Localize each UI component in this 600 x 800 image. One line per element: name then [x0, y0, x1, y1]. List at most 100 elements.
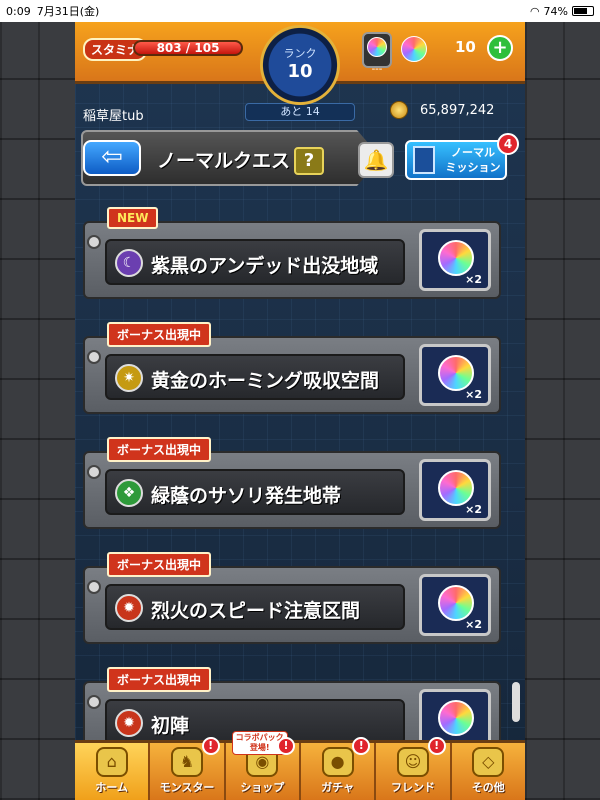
quest-pin — [87, 695, 101, 709]
nav-friend[interactable]: ! ☺ フレンド — [376, 737, 452, 800]
quest-name-box: ✹ 烈火のスピード注意区間 — [105, 584, 405, 630]
stamina-bar: 803 / 105 — [133, 40, 243, 56]
nav-shop[interactable]: コラボパック 登場! ! ◉ ショップ — [226, 731, 301, 800]
nav-label: フレンド — [390, 781, 435, 794]
status-time: 0:09 — [6, 4, 31, 18]
quest-item[interactable]: NEW ☾ 紫黒のアンデッド出没地域 ×2 — [83, 207, 503, 299]
buy-orbs-button[interactable]: + — [487, 35, 513, 61]
orb-icon — [438, 470, 474, 506]
quest-name-box: ✷ 黄金のホーミング吸収空間 — [105, 354, 405, 400]
gacha-icon: ● — [321, 747, 354, 777]
nav-label: ホーム — [95, 781, 128, 794]
quest-tag: ボーナス出現中 — [107, 322, 212, 347]
alert-badge: ! — [352, 737, 371, 755]
rank-label: ランク — [283, 47, 317, 60]
nav-gacha[interactable]: ! ● ガチャ — [301, 737, 377, 800]
mission-label-line1: ノーマル — [451, 146, 495, 159]
quest-category-title: ノーマルクエスト — [157, 150, 310, 172]
orb-icon — [438, 240, 474, 276]
quest-item[interactable]: ボーナス出現中 ✷ 黄金のホーミング吸収空間 ×2 — [83, 322, 503, 414]
mission-book-icon — [413, 146, 435, 174]
coin-icon — [390, 101, 408, 119]
orb-icon — [367, 37, 387, 57]
orb-counter-icon — [401, 36, 427, 62]
quest-pin — [87, 580, 101, 594]
home-icon: ⌂ — [95, 747, 128, 777]
element-icon: ❖ — [115, 479, 143, 507]
quest-pin — [87, 350, 101, 364]
other-icon: ◇ — [472, 747, 505, 777]
nav-home[interactable]: ⌂ ホーム — [75, 743, 151, 800]
reward-count: ×2 — [465, 503, 482, 516]
player-name: 稲草屋tub — [83, 109, 144, 124]
gem-slot[interactable]: --- — [362, 32, 392, 75]
bell-icon[interactable]: 🔔 — [358, 142, 394, 178]
quest-name-box: ❖ 緑蔭のサソリ発生地帯 — [105, 469, 405, 515]
nav-label: その他 — [471, 781, 505, 794]
element-icon: ✷ — [115, 364, 143, 392]
wifi-icon: ◠ — [529, 4, 540, 18]
element-icon: ☾ — [115, 249, 143, 277]
mission-count-badge: 4 — [497, 133, 519, 155]
reward-count: ×2 — [465, 388, 482, 401]
scrollbar[interactable] — [512, 682, 520, 722]
quest-name: 紫黒のアンデッド出没地域 — [151, 255, 379, 277]
rank-value: 10 — [287, 61, 313, 82]
nav-label: ガチャ — [321, 781, 355, 794]
nav-label: モンスター — [159, 781, 215, 794]
status-bar: 0:09 7月31日(金) ◠ 74% — [0, 0, 600, 22]
quest-item[interactable]: ボーナス出現中 ✹ 烈火のスピード注意区間 ×2 — [83, 552, 503, 644]
game-screen: スタミナ 803 / 105 --- 10 + ランク 10 稲草屋tub あと… — [75, 22, 525, 800]
status-date: 7月31日(金) — [36, 5, 100, 18]
alert-badge: ! — [427, 737, 446, 755]
quest-name: 黄金のホーミング吸収空間 — [151, 370, 380, 392]
status-right: ◠ 74% — [530, 5, 594, 18]
battery-icon — [572, 6, 594, 16]
coin-count: 65,897,242 — [420, 103, 495, 118]
reward-box: ×2 — [419, 344, 491, 406]
stone-wall-right — [525, 0, 600, 800]
quest-pin — [87, 235, 101, 249]
next-rank-exp: あと 14 — [245, 103, 355, 121]
bottom-nav: ⌂ ホーム ! ♞ モンスター コラボパック 登場! ! ◉ ショップ ! ● … — [75, 731, 525, 800]
orb-count: 10 — [455, 38, 476, 56]
quest-name: 烈火のスピード注意区間 — [151, 600, 361, 622]
orb-icon — [438, 355, 474, 391]
battery-percent: 74% — [543, 4, 568, 18]
monster-icon: ♞ — [170, 747, 203, 777]
stamina-value: 803 / 105 — [156, 41, 220, 55]
quest-name: 初陣 — [151, 715, 190, 737]
quest-name: 緑蔭のサソリ発生地帯 — [151, 485, 342, 507]
quest-tag: NEW — [107, 207, 159, 229]
reward-box: ×2 — [419, 229, 491, 291]
quest-tag: ボーナス出現中 — [107, 667, 212, 692]
mission-label: ノーマル ミッション — [441, 145, 505, 175]
gem-slot-text: --- — [371, 64, 383, 75]
reward-count: ×2 — [465, 273, 482, 286]
orb-icon — [438, 585, 474, 621]
reward-count: ×2 — [465, 618, 482, 631]
reward-box: ×2 — [419, 459, 491, 521]
quest-tag: ボーナス出現中 — [107, 437, 212, 462]
quest-pin — [87, 465, 101, 479]
quest-tag: ボーナス出現中 — [107, 552, 212, 577]
battery-fill — [574, 8, 588, 14]
alert-badge: ! — [276, 737, 295, 755]
element-icon: ✹ — [115, 594, 143, 622]
nav-monster[interactable]: ! ♞ モンスター — [150, 737, 226, 800]
reward-box: ×2 — [419, 574, 491, 636]
back-button[interactable]: ⇦ — [83, 140, 141, 176]
nav-other[interactable]: ◇ その他 — [452, 743, 525, 800]
orb-icon — [438, 700, 474, 736]
help-button[interactable]: ? — [294, 147, 324, 175]
element-icon: ✹ — [115, 709, 143, 737]
mission-label-line2: ミッション — [445, 161, 501, 174]
rank-badge[interactable]: ランク 10 — [260, 25, 340, 105]
nav-label: ショップ — [240, 781, 285, 794]
stone-wall-left — [0, 0, 75, 800]
normal-mission-button[interactable]: ノーマル ミッション — [405, 140, 507, 180]
friend-icon: ☺ — [396, 747, 429, 777]
quest-item[interactable]: ボーナス出現中 ❖ 緑蔭のサソリ発生地帯 ×2 — [83, 437, 503, 529]
alert-badge: ! — [201, 737, 220, 755]
quest-name-box: ☾ 紫黒のアンデッド出没地域 — [105, 239, 405, 285]
